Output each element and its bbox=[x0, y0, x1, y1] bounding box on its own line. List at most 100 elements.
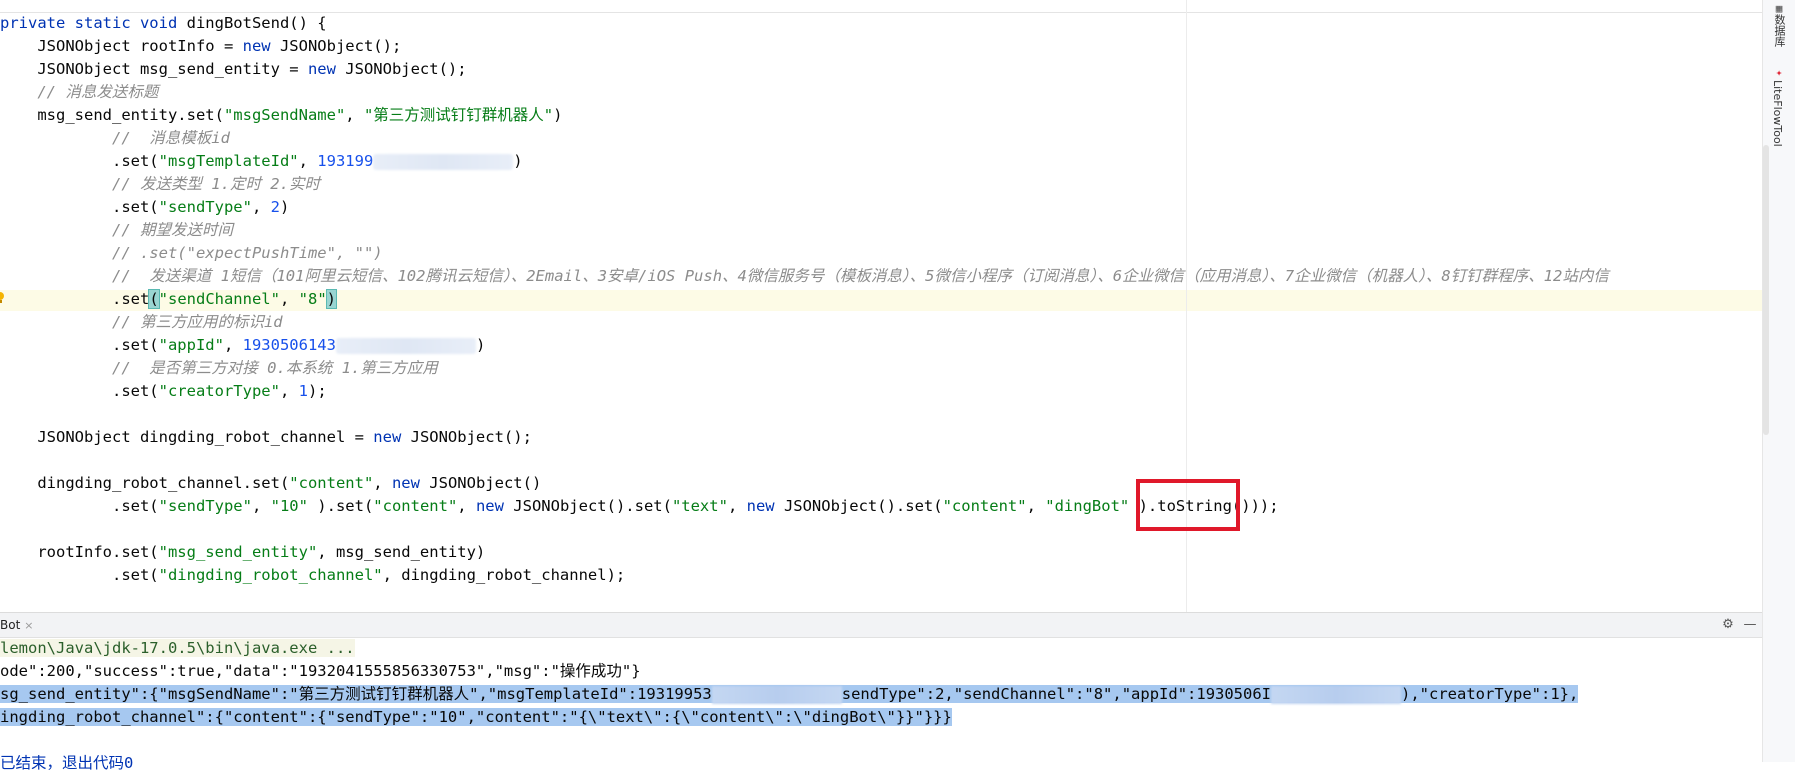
code-token: .set( bbox=[0, 336, 159, 354]
code-token: "content" bbox=[942, 497, 1027, 515]
code-token: .set( bbox=[0, 382, 159, 400]
code-line[interactable]: .set("appId", 1930506143) bbox=[0, 334, 1609, 357]
code-token: JSONObject msg_send_entity = bbox=[0, 60, 308, 78]
code-token: "msgTemplateId" bbox=[158, 152, 299, 170]
code-line[interactable]: JSONObject dingding_robot_channel = new … bbox=[0, 426, 1609, 449]
code-token: msg_send_entity.set( bbox=[0, 106, 224, 124]
console-line[interactable]: lemon\Java\jdk-17.0.5\bin\java.exe ... bbox=[0, 637, 1578, 660]
code-line[interactable]: .set("creatorType", 1); bbox=[0, 380, 1609, 403]
code-token: , bbox=[279, 382, 299, 400]
code-token: , bbox=[298, 152, 318, 170]
code-token: // 消息模板id bbox=[0, 129, 230, 147]
console-output[interactable]: lemon\Java\jdk-17.0.5\bin\java.exe ... od… bbox=[0, 637, 1579, 775]
code-line[interactable] bbox=[0, 518, 1609, 541]
code-token: private static void bbox=[0, 14, 187, 32]
code-line[interactable]: .set("msgTemplateId", 193199) bbox=[0, 150, 1609, 173]
code-token: .set( bbox=[0, 198, 159, 216]
code-line[interactable]: .set("sendChannel", "8") bbox=[0, 288, 1609, 311]
code-line[interactable]: JSONObject msg_send_entity = new JSONObj… bbox=[0, 58, 1609, 81]
tool-liteflow[interactable]: LiteFlowTool bbox=[1771, 80, 1784, 147]
database-icon[interactable]: ▦ bbox=[1773, 2, 1785, 15]
console-text: ode":200,"success":true,"data":"19320415… bbox=[0, 662, 641, 680]
code-token: , msg_send_entity) bbox=[317, 543, 486, 561]
code-token: "content" bbox=[373, 497, 458, 515]
console-line[interactable]: ingding_robot_channel":{"content":{"send… bbox=[0, 706, 1578, 729]
close-icon[interactable]: × bbox=[24, 619, 33, 632]
code-token: "sendType" bbox=[158, 198, 252, 216]
tool-database[interactable]: 数据库 bbox=[1771, 14, 1787, 47]
code-token: new bbox=[373, 428, 411, 446]
code-line[interactable]: // 期望发送时间 bbox=[0, 219, 1609, 242]
code-line[interactable]: // 发送类型 1.定时 2.实时 bbox=[0, 173, 1609, 196]
run-tab[interactable]: Bot × bbox=[0, 613, 38, 637]
code-token: "msgSendName" bbox=[223, 106, 346, 124]
code-line[interactable]: // 消息发送标题 bbox=[0, 81, 1609, 104]
redacted-value bbox=[335, 337, 476, 354]
code-line[interactable]: .set("dingding_robot_channel", dingding_… bbox=[0, 564, 1609, 587]
code-token: // 发送渠道 1短信（101阿里云短信、102腾讯云短信）、2Email、3安… bbox=[0, 267, 1609, 285]
code-editor[interactable]: private static void dingBotSend() { JSON… bbox=[0, 0, 1762, 612]
code-token: , bbox=[457, 497, 476, 515]
code-line[interactable]: dingding_robot_channel.set("content", ne… bbox=[0, 472, 1609, 495]
code-line[interactable]: // 是否第三方对接 0.本系统 1.第三方应用 bbox=[0, 357, 1609, 380]
code-line[interactable]: .set("sendType", 2) bbox=[0, 196, 1609, 219]
code-token: , bbox=[1026, 497, 1046, 515]
code-token: // .set("expectPushTime", "") bbox=[0, 244, 383, 262]
minimize-icon[interactable]: — bbox=[1742, 617, 1758, 633]
code-token: new bbox=[391, 474, 430, 492]
gear-icon[interactable]: ⚙ bbox=[1720, 617, 1736, 633]
code-token: "第三方测试钉钉群机器人" bbox=[363, 106, 554, 124]
code-token: "content" bbox=[289, 474, 374, 492]
code-token: "sendType" bbox=[158, 497, 252, 515]
code-line[interactable]: msg_send_entity.set("msgSendName", "第三方测… bbox=[0, 104, 1609, 127]
console-line-text: lemon\Java\jdk-17.0.5\bin\java.exe ... bbox=[0, 639, 355, 657]
code-token: JSONObject(); bbox=[410, 428, 532, 446]
redacted-value bbox=[711, 685, 842, 704]
code-token: new bbox=[307, 60, 346, 78]
code-line[interactable]: .set("sendType", "10" ).set("content", n… bbox=[0, 495, 1609, 518]
run-tabbar: Bot × ⚙ — bbox=[0, 613, 1762, 638]
run-panel: Bot × ⚙ — lemon\Java\jdk-17.0.5\bin\java.… bbox=[0, 612, 1762, 772]
code-content[interactable]: private static void dingBotSend() { JSON… bbox=[0, 12, 1609, 587]
code-line[interactable]: // 第三方应用的标识id bbox=[0, 311, 1609, 334]
code-token: 1 bbox=[298, 382, 308, 400]
code-line[interactable]: // 消息模板id bbox=[0, 127, 1609, 150]
code-token: "sendChannel" bbox=[158, 290, 280, 308]
code-token: new bbox=[746, 497, 784, 515]
code-token: ) bbox=[279, 198, 290, 216]
code-token: 1930506143 bbox=[242, 336, 336, 354]
code-token: ); bbox=[307, 382, 327, 400]
code-token: , bbox=[727, 497, 747, 515]
code-token: .set( bbox=[0, 497, 159, 515]
console-line[interactable] bbox=[0, 729, 1578, 752]
code-line[interactable] bbox=[0, 449, 1609, 472]
code-token: // 期望发送时间 bbox=[0, 221, 233, 239]
code-line[interactable] bbox=[0, 403, 1609, 426]
editor-scrollbar[interactable] bbox=[1763, 145, 1769, 435]
code-token: , bbox=[279, 290, 299, 308]
code-token: dingding_robot_channel.set( bbox=[0, 474, 290, 492]
code-token: JSONObject rootInfo = bbox=[0, 37, 243, 55]
right-tool-strip: ▦ 数据库 ✦ LiteFlowTool bbox=[1762, 0, 1795, 762]
code-token: ) bbox=[475, 336, 486, 354]
code-line[interactable]: rootInfo.set("msg_send_entity", msg_send… bbox=[0, 541, 1609, 564]
code-token: "msg_send_entity" bbox=[158, 543, 318, 561]
code-line[interactable]: JSONObject rootInfo = new JSONObject(); bbox=[0, 35, 1609, 58]
code-line[interactable]: private static void dingBotSend() { bbox=[0, 12, 1609, 35]
code-token: .set bbox=[0, 290, 150, 308]
code-line[interactable]: // 发送渠道 1短信（101阿里云短信、102腾讯云短信）、2Email、3安… bbox=[0, 265, 1609, 288]
console-line[interactable]: 已结束，退出代码0 bbox=[0, 752, 1578, 775]
code-token: // 第三方应用的标识id bbox=[0, 313, 283, 331]
code-token: "appId" bbox=[158, 336, 224, 354]
console-line-text: sg_send_entity":{"msgSendName":"第三方测试钉钉群… bbox=[0, 685, 1579, 704]
code-token: JSONObject(); bbox=[279, 37, 402, 55]
console-line[interactable]: ode":200,"success":true,"data":"19320415… bbox=[0, 660, 1578, 683]
code-token: JSONObject().set( bbox=[513, 497, 672, 515]
code-token: "dingding_robot_channel" bbox=[158, 566, 383, 584]
code-token: "8" bbox=[298, 290, 327, 308]
liteflow-icon[interactable]: ✦ bbox=[1773, 66, 1785, 79]
code-token: , bbox=[251, 497, 271, 515]
code-token: JSONObject(); bbox=[345, 60, 467, 78]
console-line[interactable]: sg_send_entity":{"msgSendName":"第三方测试钉钉群… bbox=[0, 683, 1579, 706]
code-line[interactable]: // .set("expectPushTime", "") bbox=[0, 242, 1609, 265]
